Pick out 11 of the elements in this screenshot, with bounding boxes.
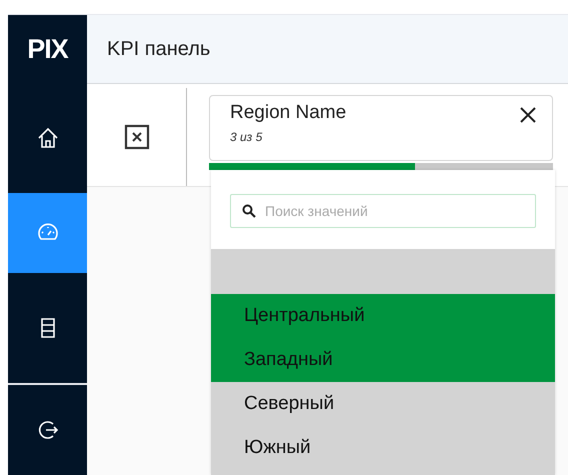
filter-card[interactable]: Region Name 3 из 5 <box>209 95 553 161</box>
field-name: Region Name <box>230 102 346 124</box>
list-item[interactable]: Западный <box>211 338 555 382</box>
list-item[interactable]: Центральный <box>211 294 555 338</box>
search-icon <box>242 204 256 218</box>
search-field[interactable]: Поиск значений <box>230 194 536 228</box>
page-title: KPI панель <box>107 38 210 60</box>
selection-count: 3 из 5 <box>230 130 264 144</box>
home-icon <box>36 126 60 150</box>
app-logo: PIX <box>26 32 70 66</box>
clear-selections-icon <box>124 124 150 150</box>
